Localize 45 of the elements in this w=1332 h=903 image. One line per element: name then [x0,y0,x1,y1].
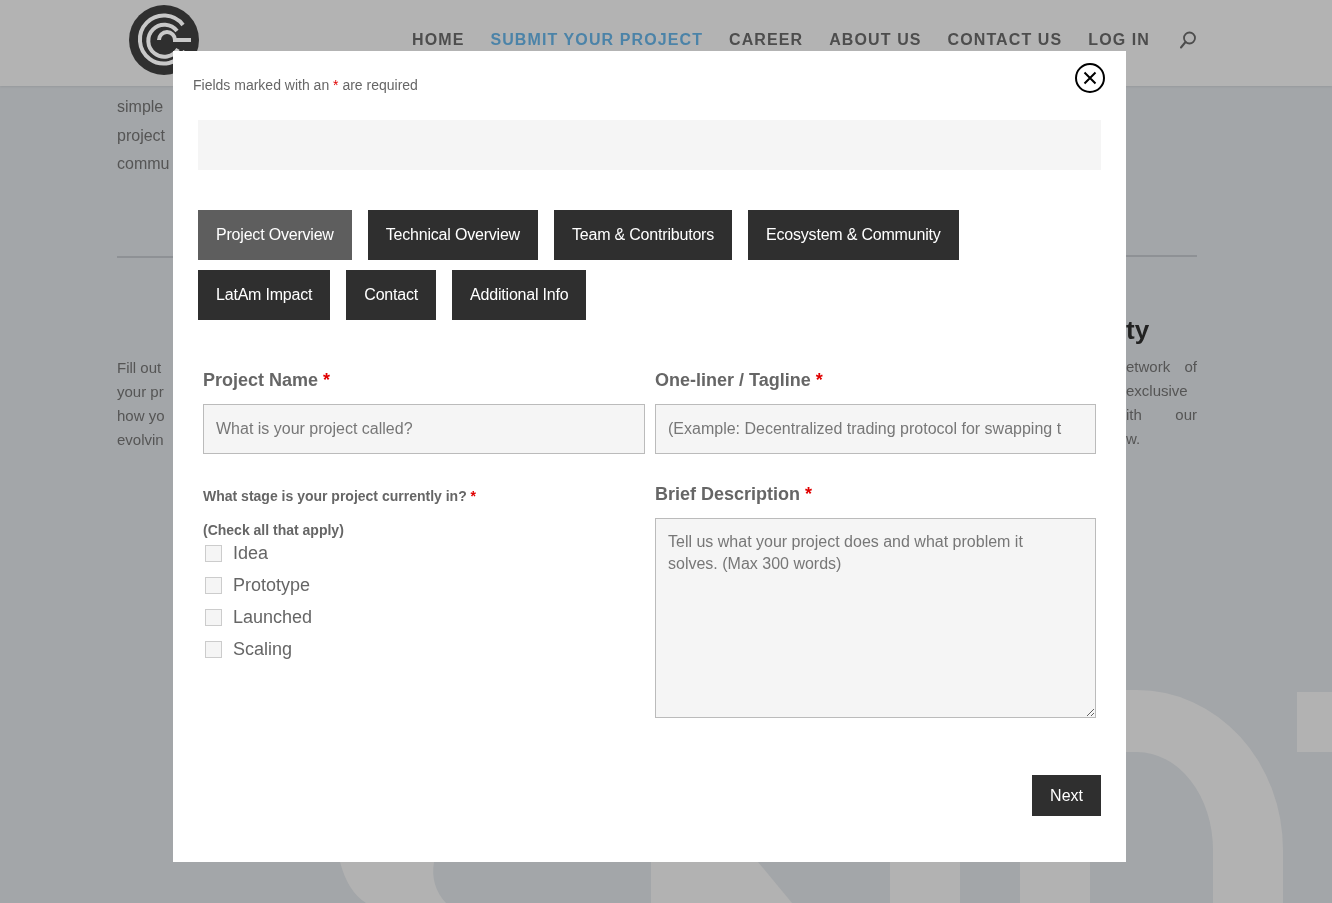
background-text: your pr [117,381,165,402]
background-text: ith our [1126,405,1197,425]
tab[interactable]: LatAm Impact [198,270,331,320]
tab[interactable]: Contact [346,270,437,320]
tab[interactable]: Project Overview [198,210,352,260]
textarea-input[interactable]: Tell us what your project does and what problem it solves. (Max 300 words) [655,518,1096,718]
nav-link[interactable]: CAREER [729,30,804,50]
background-text: evolvin [117,429,165,450]
tab[interactable]: Ecosystem & Community [748,210,959,260]
field-label: One-liner / Tagline * [655,369,824,392]
nav-link[interactable]: LOG IN [1088,30,1150,50]
tab[interactable]: Technical Overview [367,210,538,260]
text-input[interactable]: What is your project called? [203,404,645,454]
background-text: Fill out [117,357,163,378]
checkbox[interactable] [205,544,222,562]
background-text: w. [1126,429,1142,449]
field-label: Project Name * [203,369,332,392]
background-text: exclusive [1126,381,1189,401]
required-note: Fields marked with an * are required [193,76,419,94]
question-label: What stage is your project currently in? * [203,487,478,506]
checkbox-label[interactable]: Scaling [233,633,293,665]
nav-link[interactable]: HOME [412,30,465,50]
checkbox-label[interactable]: Prototype [233,569,311,601]
next-button[interactable]: Next [1032,775,1101,816]
tab[interactable]: Team & Contributors [553,210,732,260]
tab[interactable]: Additional Info [452,270,587,320]
nav-link[interactable]: CONTACT US [947,30,1063,50]
checkbox[interactable] [205,576,222,594]
checkbox[interactable] [205,640,222,658]
close-button[interactable] [1075,63,1105,93]
checkbox-label[interactable]: Idea [233,537,269,569]
background-text: etwork of [1126,357,1197,377]
checkbox[interactable] [205,608,222,626]
checkbox-label[interactable]: Launched [233,601,313,633]
search-icon[interactable] [1180,31,1196,49]
text-input[interactable]: (Example: Decentralized trading protocol for swapping t [655,404,1096,454]
hint-text: (Check all that apply) [203,523,345,537]
background-text: simple [117,97,165,117]
field-label: Brief Description * [655,483,814,506]
background-heading: ty [1126,314,1151,346]
background-text: how yo [117,405,166,426]
close-icon [1075,63,1105,93]
nav-link[interactable]: ABOUT US [829,30,922,50]
background-text: project [117,125,167,146]
background-text: commu [117,154,171,174]
